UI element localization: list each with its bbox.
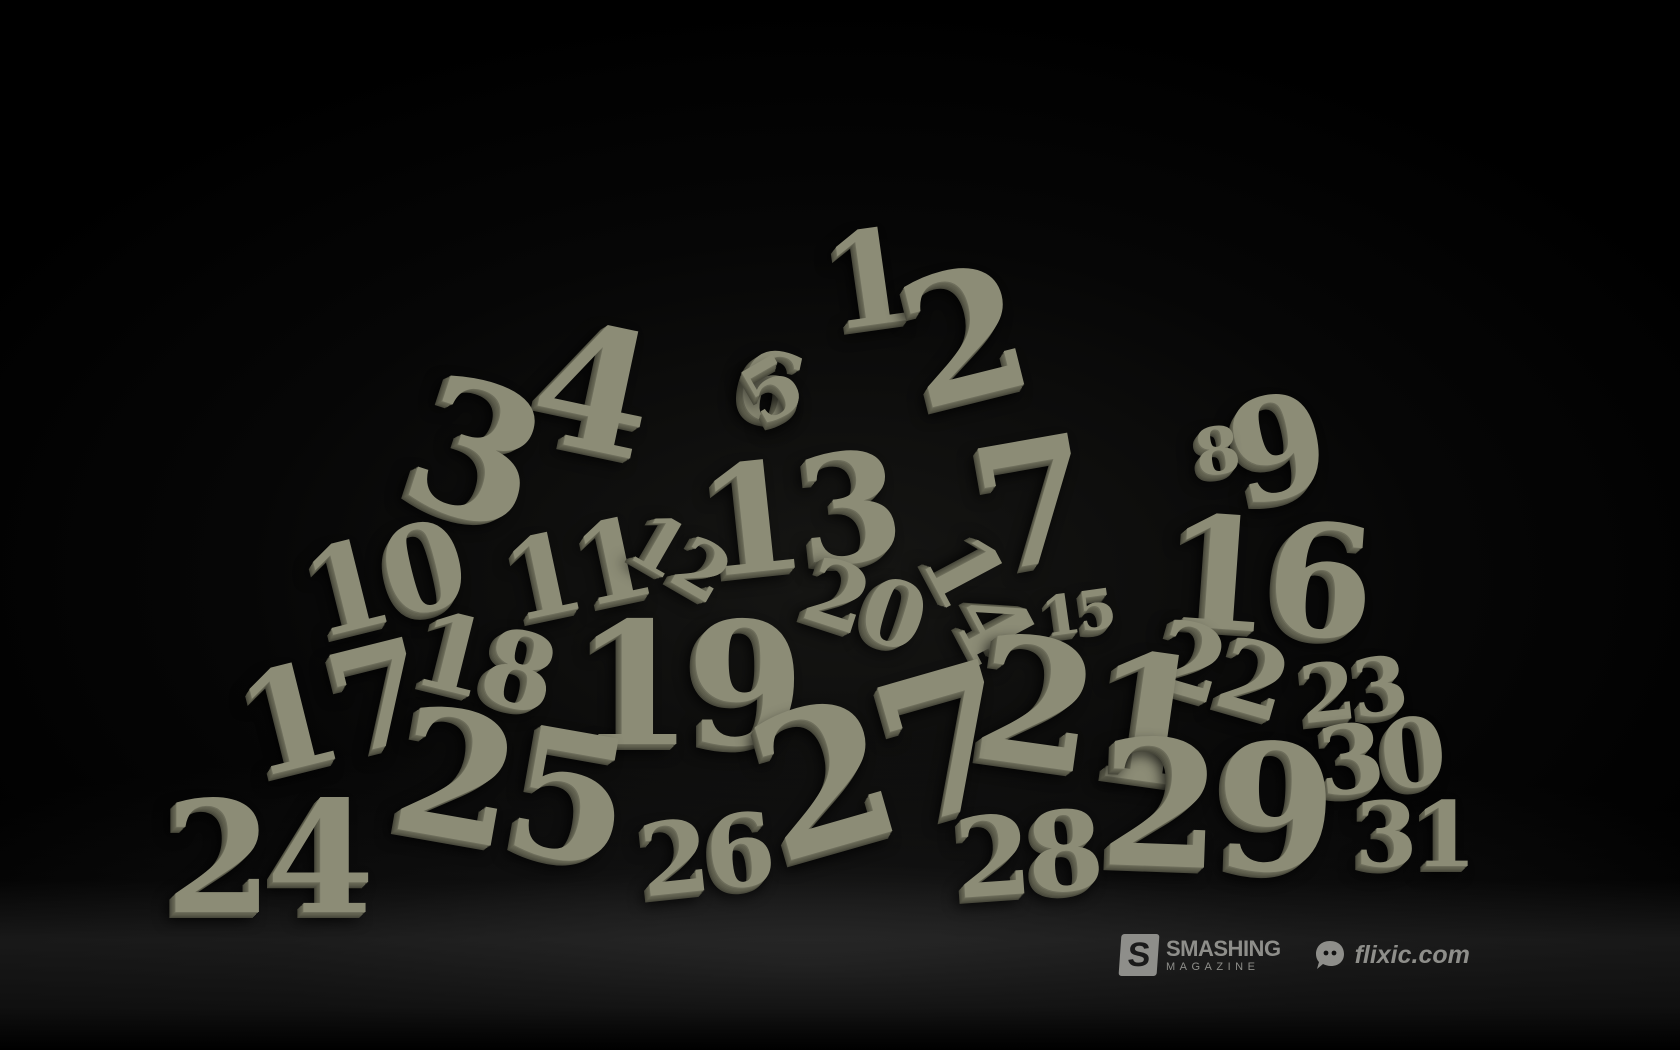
number-26: 26 (634, 789, 777, 921)
smashing-s-icon: S (1118, 934, 1160, 976)
number-8: 8 (1189, 411, 1243, 493)
speech-bubble-icon (1313, 938, 1347, 972)
smashing-title: SMASHING (1166, 935, 1281, 961)
smashing-subtitle: MAGAZINE (1166, 960, 1260, 973)
number-24: 24 (165, 766, 375, 949)
number-pile: 1 2 3 4 5 6 7 8 9 10 11 12 13 14 15 16 17 18 19 20 21 22 23 24 2… (0, 0, 1680, 1050)
number-29: 29 (1096, 701, 1334, 914)
number-25: 25 (378, 666, 641, 909)
number-31: 31 (1355, 782, 1477, 888)
flixic-text: flixic.com (1354, 940, 1470, 969)
wallpaper: 1 2 3 4 5 6 7 8 9 10 11 12 13 14 15 16 17 18 19 20 21 22 23 24 2… (0, 0, 1680, 1050)
number-28: 28 (950, 785, 1104, 924)
smashing-magazine-logo: S SMASHING MAGAZINE (1118, 934, 1281, 976)
smashing-wordmark: SMASHING MAGAZINE (1166, 935, 1281, 973)
branding: S SMASHING MAGAZINE flixic.com (1118, 930, 1470, 980)
flixic-logo: flixic.com (1313, 938, 1470, 972)
